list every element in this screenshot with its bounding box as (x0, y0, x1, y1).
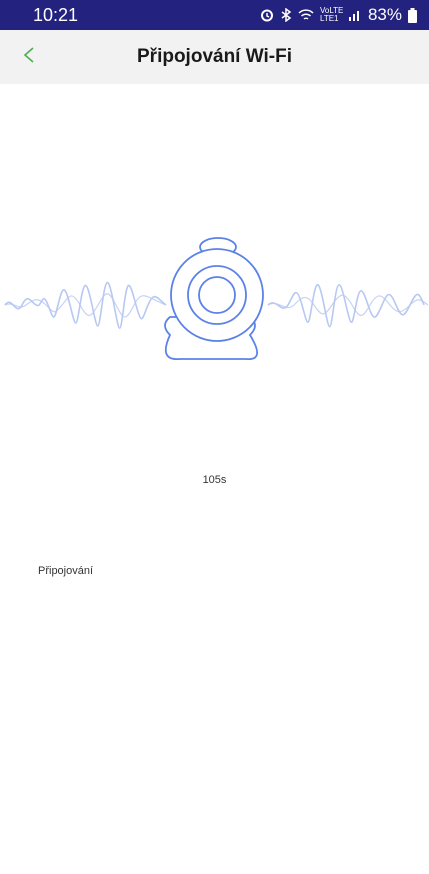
alarm-icon (260, 8, 274, 22)
battery-percent: 83% (367, 5, 402, 24)
status-icons: VoLTE LTE1 83% (260, 5, 417, 25)
countdown-timer: 105s (202, 474, 227, 486)
sound-wave-left-icon (4, 281, 167, 329)
status-time: 10:21 (33, 4, 79, 25)
connecting-illustration (0, 225, 429, 385)
header: Připojování Wi-Fi (0, 30, 429, 84)
signal-icon (348, 8, 362, 22)
battery-icon (408, 7, 417, 23)
webcam-icon (164, 237, 264, 360)
connecting-status-label: Připojování (38, 565, 94, 577)
wifi-icon (298, 8, 314, 22)
page-title: Připojování Wi-Fi (137, 46, 292, 67)
status-bar: 10:21 VoLTE LTE1 83% (0, 0, 429, 30)
bluetooth-icon (280, 8, 292, 22)
sound-wave-right-icon (267, 283, 429, 328)
network-label: VoLTE LTE1 (319, 6, 344, 23)
